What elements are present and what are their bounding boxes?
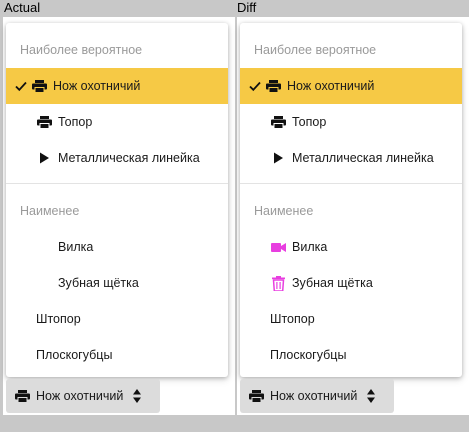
menu-item-fork[interactable]: Вилка xyxy=(6,229,228,265)
menu-item-label: Плоскогубцы xyxy=(36,348,113,362)
menu-item-label: Зубная щётка xyxy=(292,276,373,290)
panel-actual: Наиболее вероятное Нож охотничий Топор М… xyxy=(3,17,235,415)
menu-item-label: Штопор xyxy=(270,312,315,326)
menu-item-metal-ruler[interactable]: Металлическая линейка xyxy=(6,140,228,176)
printer-icon xyxy=(265,79,281,93)
play-icon xyxy=(36,151,52,165)
menu-item-hunting-knife[interactable]: Нож охотничий xyxy=(240,68,462,104)
group-header-unlikely: Наименее xyxy=(20,204,80,218)
group-divider xyxy=(6,183,228,184)
printer-icon xyxy=(270,115,286,129)
printer-icon xyxy=(14,389,30,403)
menu-item-corkscrew[interactable]: Штопор xyxy=(240,301,462,337)
group-header-likely: Наиболее вероятное xyxy=(20,43,143,57)
check-icon xyxy=(15,81,27,92)
group-header-unlikely: Наименее xyxy=(254,204,314,218)
menu-item-label: Металлическая линейка xyxy=(58,151,200,165)
group-header-likely: Наиболее вероятное xyxy=(254,43,377,57)
menu-item-axe[interactable]: Топор xyxy=(240,104,462,140)
menu-item-label: Топор xyxy=(58,115,93,129)
printer-icon xyxy=(36,115,52,129)
menu-item-label: Штопор xyxy=(36,312,81,326)
check-icon xyxy=(249,81,261,92)
menu-item-metal-ruler[interactable]: Металлическая линейка xyxy=(240,140,462,176)
printer-icon xyxy=(31,79,47,93)
dropdown-menu: Наиболее вероятное Нож охотничий Топор М… xyxy=(6,23,228,377)
menu-item-axe[interactable]: Топор xyxy=(6,104,228,140)
videocam-icon xyxy=(270,240,286,254)
play-icon xyxy=(270,151,286,165)
menu-item-label: Вилка xyxy=(292,240,328,254)
menu-item-label: Вилка xyxy=(58,240,94,254)
panel-title-actual: Actual xyxy=(4,0,41,15)
sort-updown-icon xyxy=(133,389,142,403)
panel-title-diff: Diff xyxy=(237,0,257,15)
select-button[interactable]: Нож охотничий xyxy=(6,379,160,413)
select-value: Нож охотничий xyxy=(270,389,358,403)
sort-updown-icon xyxy=(367,389,376,403)
menu-item-pliers[interactable]: Плоскогубцы xyxy=(240,337,462,373)
menu-item-fork[interactable]: Вилка xyxy=(240,229,462,265)
menu-item-hunting-knife[interactable]: Нож охотничий xyxy=(6,68,228,104)
menu-item-corkscrew[interactable]: Штопор xyxy=(6,301,228,337)
menu-item-pliers[interactable]: Плоскогубцы xyxy=(6,337,228,373)
panel-diff: Наиболее вероятное Нож охотничий Топор М… xyxy=(237,17,469,415)
select-value: Нож охотничий xyxy=(36,389,124,403)
printer-icon xyxy=(248,389,264,403)
menu-item-toothbrush[interactable]: Зубная щётка xyxy=(6,265,228,301)
menu-item-toothbrush[interactable]: Зубная щётка xyxy=(240,265,462,301)
comparison-page: Actual Наиболее вероятное Нож охотничий … xyxy=(0,0,469,432)
menu-item-label: Плоскогубцы xyxy=(270,348,347,362)
menu-item-label: Топор xyxy=(292,115,327,129)
menu-item-label: Нож охотничий xyxy=(53,79,141,93)
select-button[interactable]: Нож охотничий xyxy=(240,379,394,413)
trash-icon xyxy=(270,275,286,291)
menu-item-label: Зубная щётка xyxy=(58,276,139,290)
dropdown-menu: Наиболее вероятное Нож охотничий Топор М… xyxy=(240,23,462,377)
menu-item-label: Нож охотничий xyxy=(287,79,375,93)
group-divider xyxy=(240,183,462,184)
menu-item-label: Металлическая линейка xyxy=(292,151,434,165)
